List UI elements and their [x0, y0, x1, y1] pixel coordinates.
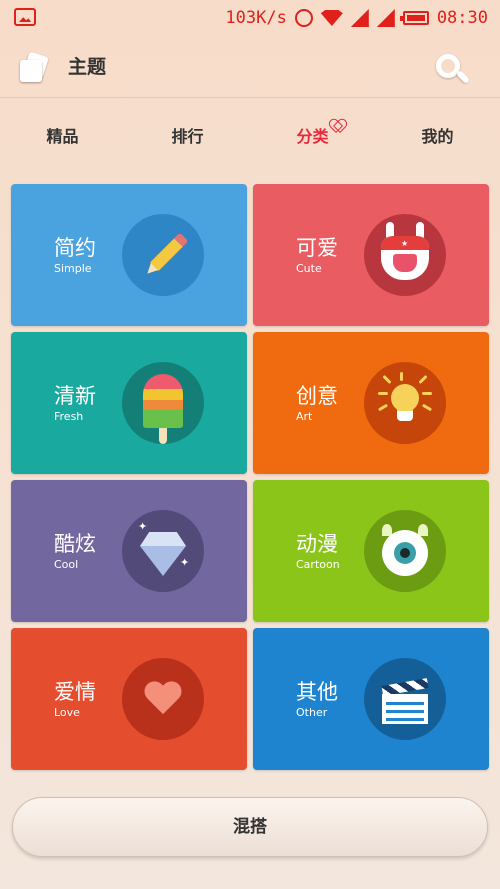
tab-featured[interactable]: 精品	[0, 108, 125, 166]
tab-mine[interactable]: 我的	[375, 108, 500, 166]
category-card-art[interactable]: 创意 Art	[253, 332, 489, 474]
category-title: 简约	[54, 236, 96, 260]
monster-eye-icon	[364, 510, 446, 592]
heart-decoration-icon	[330, 120, 344, 132]
tab-category[interactable]: 分类	[250, 108, 375, 166]
category-title: 可爱	[296, 236, 338, 260]
wifi-icon	[320, 10, 343, 26]
category-card-cool[interactable]: 酷炫 Cool ✦ ✦	[11, 480, 247, 622]
pencil-icon	[122, 214, 204, 296]
category-title: 酷炫	[54, 532, 96, 556]
tab-ranking[interactable]: 排行	[125, 108, 250, 166]
category-card-simple[interactable]: 简约 Simple	[11, 184, 247, 326]
popsicle-icon	[122, 362, 204, 444]
category-card-love[interactable]: 爱情 Love	[11, 628, 247, 770]
signal-icon	[350, 9, 369, 27]
tab-bar: 精品 排行 分类 我的	[0, 108, 500, 166]
mix-button[interactable]: 混搭	[12, 797, 488, 857]
heart-icon	[122, 658, 204, 740]
category-card-cute[interactable]: 可爱 Cute ★	[253, 184, 489, 326]
category-subtitle: Cartoon	[296, 558, 340, 571]
signal-icon-2	[376, 9, 395, 27]
app-header: 主题	[0, 36, 500, 98]
category-subtitle: Art	[296, 410, 313, 423]
page-title: 主题	[68, 56, 107, 78]
network-speed: 103K/s	[225, 8, 287, 28]
category-card-other[interactable]: 其他 Other	[253, 628, 489, 770]
category-subtitle: Simple	[54, 262, 92, 275]
category-title: 爱情	[54, 680, 96, 704]
theme-app-icon[interactable]	[20, 51, 49, 82]
category-grid: 简约 Simple 可爱 Cute ★ 清新 Fresh 创意 Art 酷炫 C…	[11, 184, 489, 770]
tab-category-label: 分类	[296, 127, 329, 146]
category-card-fresh[interactable]: 清新 Fresh	[11, 332, 247, 474]
alarm-icon	[294, 9, 313, 27]
category-title: 创意	[296, 384, 338, 408]
diamond-icon: ✦ ✦	[122, 510, 204, 592]
status-bar: 103K/s 08:30	[0, 0, 500, 36]
battery-icon	[399, 11, 429, 25]
category-title: 动漫	[296, 532, 338, 556]
search-icon[interactable]	[436, 54, 471, 86]
category-card-cartoon[interactable]: 动漫 Cartoon	[253, 480, 489, 622]
clapperboard-icon	[364, 658, 446, 740]
gallery-icon	[14, 8, 36, 26]
clock: 08:30	[436, 8, 488, 28]
category-title: 其他	[296, 680, 338, 704]
category-subtitle: Fresh	[54, 410, 84, 423]
category-subtitle: Love	[54, 706, 80, 719]
category-subtitle: Cool	[54, 558, 79, 571]
status-icons: 103K/s 08:30	[225, 6, 488, 30]
category-subtitle: Cute	[296, 262, 322, 275]
lightbulb-icon	[364, 362, 446, 444]
category-title: 清新	[54, 384, 96, 408]
bunny-icon: ★	[364, 214, 446, 296]
category-subtitle: Other	[296, 706, 328, 719]
